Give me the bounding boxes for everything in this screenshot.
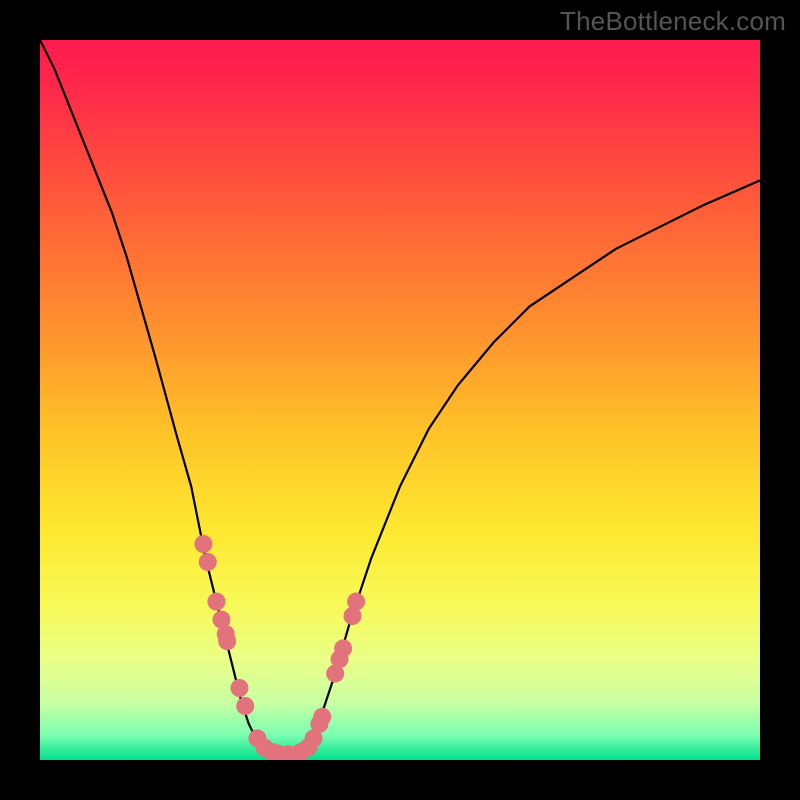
data-point [230,679,248,697]
data-point [194,535,212,553]
data-point [313,708,331,726]
data-point [218,632,236,650]
data-point [199,553,217,571]
chart-svg [40,40,760,760]
data-point [347,593,365,611]
data-point [236,697,254,715]
data-point [334,639,352,657]
watermark-text: TheBottleneck.com [560,6,786,37]
chart-background [40,40,760,760]
plot-area [40,40,760,760]
data-point [207,593,225,611]
chart-frame: TheBottleneck.com [0,0,800,800]
